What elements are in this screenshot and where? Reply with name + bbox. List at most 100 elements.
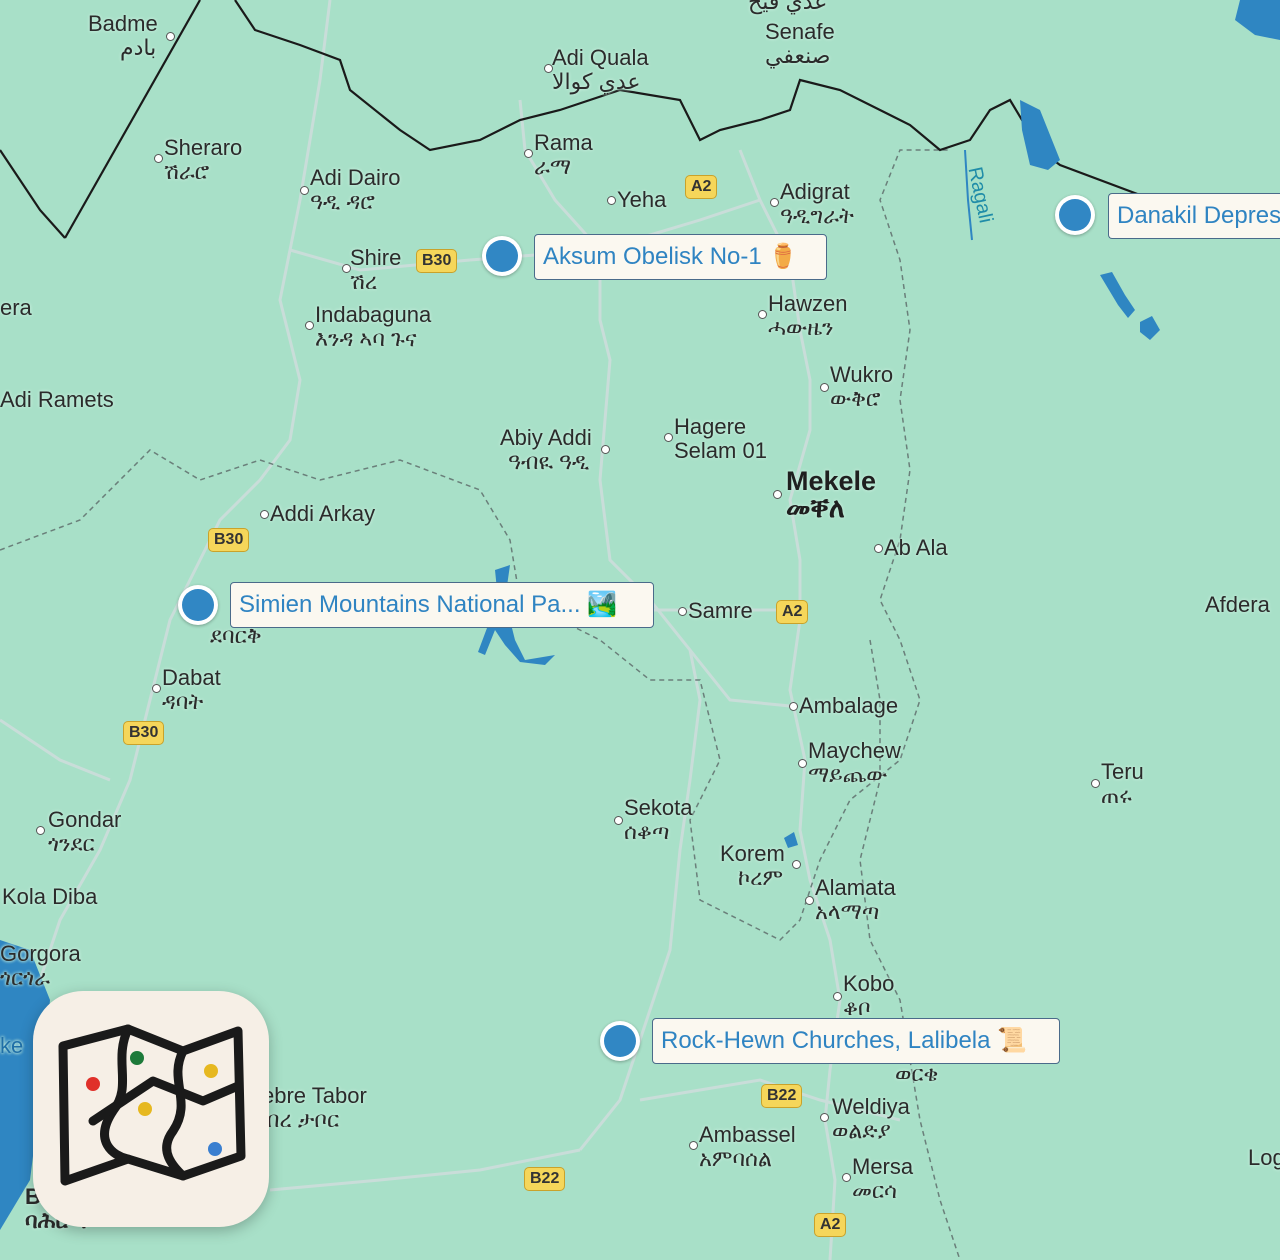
- place-local-name: ጎንደር: [48, 831, 95, 856]
- place-local-name: እንዳ ኣባ ጉና: [315, 326, 417, 351]
- place-shire: Shire ሽረ: [342, 246, 401, 294]
- place-debre-tabor: ebre Tabor ብረ ታቦር: [262, 1084, 367, 1132]
- place-adi-ramets: Adi Ramets: [0, 388, 114, 412]
- place-local-name: ሽረ: [350, 269, 378, 294]
- place-name: Adigrat: [780, 179, 850, 204]
- place-local-name: ዓዲ ዳሮ: [310, 189, 375, 214]
- place-local-name: ራማ: [534, 154, 572, 179]
- place-name: era: [0, 295, 32, 320]
- place-name: Samre: [688, 598, 753, 623]
- place-dot: [820, 1113, 829, 1122]
- place-name: Adi Ramets: [0, 387, 114, 412]
- place-dot: [260, 510, 269, 519]
- place-dot: [678, 607, 687, 616]
- place-hawzen: Hawzen ሓውዜን: [758, 291, 848, 340]
- poi-label-lalibela[interactable]: Rock-Hewn Churches, Lalibela 📜: [652, 1018, 1060, 1064]
- place-local-name: ሰቆጣ: [624, 819, 670, 844]
- place-local-name: ውቅሮ: [830, 386, 881, 411]
- poi-label-simien[interactable]: Simien Mountains National Pa... 🏞️: [230, 582, 654, 628]
- place-dot: [152, 684, 161, 693]
- poi-marker-simien[interactable]: [178, 585, 218, 625]
- road-badge-b22: B22: [761, 1084, 803, 1108]
- place-name: Adi Quala: [552, 45, 649, 70]
- place-kobo: Kobo ቆቦ: [833, 972, 894, 1020]
- place-gorgora: Gorgora ጎርጎራ: [0, 942, 81, 990]
- place-local-name: ኮረም: [738, 865, 784, 890]
- place-dabat: Dabat ዳባት: [152, 665, 221, 714]
- place-dot: [601, 445, 610, 454]
- place-dot: [1091, 779, 1100, 788]
- place-name-line2: Selam 01: [674, 438, 767, 463]
- place-dot: [842, 1173, 851, 1182]
- poi-name: Danakil Depres: [1117, 202, 1280, 229]
- place-maychew: Maychew ማይጨው: [798, 738, 901, 787]
- place-name: Gorgora: [0, 941, 81, 966]
- place-name: Gondar: [48, 807, 122, 832]
- place-samre: Samre: [678, 598, 753, 623]
- place-gondar: Gondar ጎንደር: [36, 807, 122, 856]
- poi-name: Aksum Obelisk No-1: [543, 243, 762, 270]
- place-adi-quala: Adi Quala عدي كوالا: [544, 45, 649, 94]
- app-icon[interactable]: [33, 991, 269, 1227]
- place-dot: [758, 310, 767, 319]
- place-name: Teru: [1101, 759, 1144, 784]
- place-dot: [798, 759, 807, 768]
- place-wukro: Wukro ውቅሮ: [820, 362, 894, 411]
- place-senafe: Senafe صنعفي: [765, 20, 835, 68]
- folded-map-icon: [58, 1024, 246, 1186]
- place-name: Mersa: [852, 1154, 914, 1179]
- place-lake: ke: [0, 1034, 23, 1058]
- place-dot: [305, 321, 314, 330]
- place-local-name: ሓውዜን: [768, 315, 834, 340]
- place-woldia-local: ወርቄ: [895, 1062, 938, 1086]
- place-local-name: አላማጣ: [815, 899, 880, 924]
- place-local-name: መርሳ: [852, 1178, 897, 1203]
- poi-name: Simien Mountains National Pa...: [239, 591, 581, 618]
- place-korem: Korem ኮረም: [720, 842, 801, 890]
- place-dot: [664, 433, 673, 442]
- poi-marker-aksum[interactable]: [482, 236, 522, 276]
- place-name: Wukro: [830, 362, 894, 387]
- place-local-name: ዓዲግራት: [780, 203, 854, 228]
- place-name: Yeha: [617, 187, 667, 212]
- place-name: Dabat: [162, 665, 221, 690]
- place-senafe-above: عدي قيح: [748, 0, 827, 14]
- place-local-name: ቆቦ: [843, 995, 871, 1020]
- place-local-name: ጠሩ: [1101, 783, 1132, 808]
- place-dot: [789, 702, 798, 711]
- place-name: Abiy Addi: [500, 425, 592, 450]
- poi-emoji-icon: ⚱️: [768, 243, 799, 270]
- place-rama: Rama ራማ: [524, 131, 593, 179]
- place-dot: [689, 1141, 698, 1150]
- place-local-name: ብረ ታቦር: [262, 1107, 340, 1132]
- place-local-name: عدي كوالا: [552, 69, 641, 94]
- place-local-name: ማይጨው: [808, 762, 888, 787]
- place-dot: [792, 860, 801, 869]
- place-dot: [614, 816, 623, 825]
- place-name: ke: [0, 1033, 24, 1058]
- place-name: Hawzen: [768, 291, 848, 316]
- place-local-name: ጎርጎራ: [0, 965, 50, 990]
- poi-marker-danakil[interactable]: [1055, 195, 1095, 235]
- place-sheraro: Sheraro ሽራሮ: [154, 136, 242, 184]
- place-name: Maychew: [808, 738, 901, 763]
- place-name: Mekele: [786, 466, 877, 496]
- poi-emoji-icon: 📜: [997, 1027, 1028, 1054]
- place-dot: [770, 198, 779, 207]
- place-dot: [805, 896, 814, 905]
- poi-marker-lalibela[interactable]: [600, 1021, 640, 1061]
- poi-label-aksum[interactable]: Aksum Obelisk No-1 ⚱️: [534, 234, 827, 280]
- place-dot: [607, 196, 616, 205]
- place-local-name: صنعفي: [765, 43, 831, 68]
- place-badme: Badme بادم: [88, 11, 175, 60]
- place-adi-dairo: Adi Dairo ዓዲ ዳሮ: [300, 166, 400, 214]
- place-dot: [820, 383, 829, 392]
- place-name: Kola Diba: [2, 884, 98, 909]
- place-dot: [36, 826, 45, 835]
- place-dot: [833, 992, 842, 1001]
- place-name: Badme: [88, 11, 158, 36]
- road-badge-a2: A2: [685, 175, 718, 199]
- place-sekota: Sekota ሰቆጣ: [614, 796, 693, 844]
- poi-label-danakil[interactable]: Danakil Depres: [1108, 193, 1280, 239]
- place-name: ebre Tabor: [262, 1083, 367, 1108]
